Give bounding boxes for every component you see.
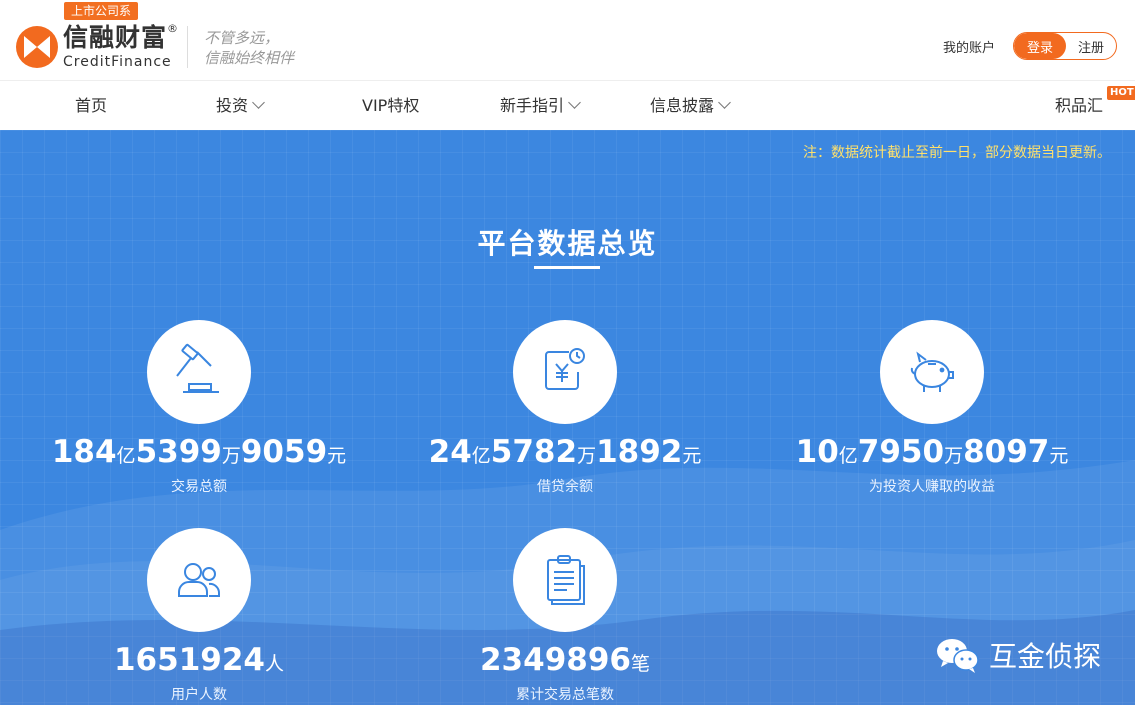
nav-vip-label: VIP特权 (362, 96, 420, 115)
my-account-link[interactable]: 我的账户 (943, 37, 995, 56)
slogan-line-2: 信融始终相伴 (204, 49, 295, 67)
stat-value: 24亿5782万1892元 (428, 434, 702, 470)
piggy-bank-icon (910, 351, 954, 392)
chevron-down-icon (252, 96, 265, 109)
creditfinance-logo-icon[interactable] (16, 26, 58, 68)
section-title: 平台数据总览 (477, 227, 658, 260)
stat-value: 1651924人 (113, 642, 284, 678)
stat-label: 交易总额 (171, 479, 227, 495)
brand-name-cn[interactable]: 信融财富 (63, 22, 167, 54)
stat-total-trades: 2349896笔 累计交易总笔数 (405, 528, 725, 704)
brand-name-en: CreditFinance (63, 54, 172, 70)
nav-points-mall-label: 积品汇 (1055, 96, 1104, 115)
login-button[interactable]: 登录 (1014, 33, 1066, 59)
slogan: 不管多远， 信融始终相伴 (204, 28, 294, 68)
stat-label: 为投资人赚取的收益 (869, 479, 995, 495)
nav-guide[interactable]: 新手指引 (500, 81, 581, 131)
stat-value: 184亿5399万9059元 (51, 434, 347, 470)
chevron-down-icon (568, 96, 581, 109)
hot-badge: HOT (1107, 86, 1135, 100)
stat-loan-balance: 24亿5782万1892元 借贷余额 (405, 320, 725, 496)
nav-home-label: 首页 (75, 96, 108, 115)
stat-icon-circle (147, 528, 251, 632)
stat-icon-circle (147, 320, 251, 424)
nav-invest[interactable]: 投资 (216, 81, 265, 131)
slogan-line-1: 不管多远， (204, 29, 280, 47)
stat-value: 2349896笔 (479, 642, 650, 678)
stat-icon-circle (513, 528, 617, 632)
register-button[interactable]: 注册 (1066, 33, 1116, 59)
stat-icon-circle (513, 320, 617, 424)
data-note: 注：数据统计截止至前一日，部分数据当日更新。 (803, 145, 1111, 161)
nav-vip[interactable]: VIP特权 (362, 81, 419, 131)
stat-label: 用户人数 (171, 687, 227, 703)
wechat-watermark: 互金侦探 (935, 635, 1101, 675)
stat-investor-earnings: 10亿7950万8097元 为投资人赚取的收益 (772, 320, 1092, 496)
wechat-icon (937, 639, 979, 673)
stat-user-count: 1651924人 用户人数 (39, 528, 359, 704)
gavel-icon (176, 343, 219, 393)
nav-points-mall[interactable]: 积品汇 (1055, 81, 1103, 131)
stat-total-transactions: 184亿5399万9059元 交易总额 (39, 320, 359, 496)
platform-data-overview: 注：数据统计截止至前一日，部分数据当日更新。 平台数据总览 184亿5399万9… (0, 130, 1135, 705)
listed-company-badge: 上市公司系 (64, 2, 139, 20)
stat-icon-circle (880, 320, 984, 424)
chevron-down-icon (718, 96, 731, 109)
stat-value: 10亿7950万8097元 (795, 434, 1069, 470)
stat-label: 累计交易总笔数 (516, 687, 614, 703)
header-divider (187, 26, 188, 68)
users-icon (178, 563, 221, 597)
clipboard-icon (547, 555, 585, 605)
registered-mark: ® (167, 22, 178, 35)
stat-label: 借贷余额 (537, 479, 593, 495)
loan-calendar-icon (545, 348, 585, 390)
nav-disclosure-label: 信息披露 (650, 96, 715, 115)
nav-disclosure[interactable]: 信息披露 (650, 81, 731, 131)
nav-guide-label: 新手指引 (500, 96, 565, 115)
nav-home[interactable]: 首页 (75, 81, 107, 131)
watermark-text: 互金侦探 (989, 640, 1102, 673)
top-header: 上市公司系 信融财富 ® CreditFinance 不管多远， 信融始终相伴 … (0, 0, 1135, 80)
main-nav: 首页 投资 VIP特权 新手指引 信息披露 积品汇 (0, 80, 1135, 130)
title-underline (534, 266, 600, 269)
auth-toggle: 登录 注册 (1013, 32, 1117, 60)
nav-invest-label: 投资 (216, 96, 249, 115)
